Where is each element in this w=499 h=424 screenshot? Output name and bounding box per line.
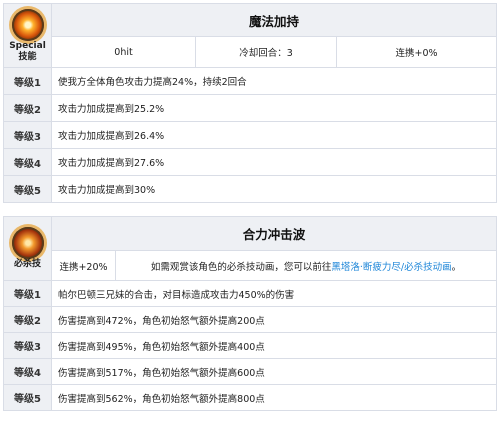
skill-type-label: Special 技能 <box>9 40 46 62</box>
skill-table-ultimate: 必杀技 合力冲击波 连携+20% 如需观赏该角色的必杀技动画，您可以前往黑塔洛·… <box>3 216 497 411</box>
level-label: 等级5 <box>3 384 52 411</box>
combo-bonus: 连携+20% <box>51 250 116 281</box>
skill-title: 合力冲击波 <box>51 216 497 251</box>
level-desc: 攻击力加成提高到26.4% <box>51 121 497 149</box>
explosion-orb-icon <box>11 227 44 259</box>
level-desc: 伤害提高到562%，角色初始怒气额外提高800点 <box>51 384 497 411</box>
level-row: 等级3 攻击力加成提高到26.4% <box>3 121 497 149</box>
animation-link[interactable]: 黑塔洛·断疲力尽/必杀技动画 <box>331 262 451 273</box>
level-label: 等级4 <box>3 358 52 385</box>
skill-type-label: 必杀技 <box>13 259 41 269</box>
level-row: 等级4 伤害提高到517%，角色初始怒气额外提高600点 <box>3 358 497 385</box>
skill-icon-cell: Special 技能 <box>3 3 52 68</box>
level-label: 等级1 <box>3 280 52 307</box>
note-text: 如需观赏该角色的必杀技动画，您可以前往 <box>150 261 332 273</box>
hit-count: 0hit <box>51 36 196 68</box>
level-label: 等级3 <box>3 121 52 149</box>
level-label: 等级2 <box>3 306 52 333</box>
level-label: 等级2 <box>3 94 52 122</box>
skill-table-special: Special 技能 魔法加持 0hit 冷却回合：3 连携+0% 等级1 使我方… <box>3 3 497 203</box>
level-desc: 伤害提高到517%，角色初始怒气额外提高600点 <box>51 358 497 385</box>
level-desc: 伤害提高到472%，角色初始怒气额外提高200点 <box>51 306 497 333</box>
level-row: 等级5 伤害提高到562%，角色初始怒气额外提高800点 <box>3 384 497 411</box>
level-label: 等级4 <box>3 148 52 176</box>
level-row: 等级5 攻击力加成提高到30% <box>3 175 497 203</box>
level-row: 等级1 帕尔巴顿三兄妹的合击，对目标造成攻击力450%的伤害 <box>3 280 497 307</box>
level-desc: 帕尔巴顿三兄妹的合击，对目标造成攻击力450%的伤害 <box>51 280 497 307</box>
level-desc: 攻击力加成提高到25.2% <box>51 94 497 122</box>
level-desc: 使我方全体角色攻击力提高24%，持续2回合 <box>51 67 497 95</box>
level-row: 等级3 伤害提高到495%，角色初始怒气额外提高400点 <box>3 332 497 359</box>
level-row: 等级2 攻击力加成提高到25.2% <box>3 94 497 122</box>
note-suffix: 。 <box>451 261 462 273</box>
animation-note: 如需观赏该角色的必杀技动画，您可以前往黑塔洛·断疲力尽/必杀技动画。 <box>115 250 497 281</box>
level-label: 等级3 <box>3 332 52 359</box>
level-label: 等级1 <box>3 67 52 95</box>
skill-icon-cell: 必杀技 <box>3 216 52 281</box>
cooldown: 冷却回合：3 <box>195 36 337 68</box>
level-label: 等级5 <box>3 175 52 203</box>
level-row: 等级4 攻击力加成提高到27.6% <box>3 148 497 176</box>
flame-orb-icon <box>11 8 44 41</box>
level-desc: 攻击力加成提高到30% <box>51 175 497 203</box>
level-desc: 攻击力加成提高到27.6% <box>51 148 497 176</box>
level-row: 等级1 使我方全体角色攻击力提高24%，持续2回合 <box>3 67 497 95</box>
skill-title: 魔法加持 <box>51 3 497 37</box>
level-desc: 伤害提高到495%，角色初始怒气额外提高400点 <box>51 332 497 359</box>
level-row: 等级2 伤害提高到472%，角色初始怒气额外提高200点 <box>3 306 497 333</box>
combo-bonus: 连携+0% <box>336 36 497 68</box>
